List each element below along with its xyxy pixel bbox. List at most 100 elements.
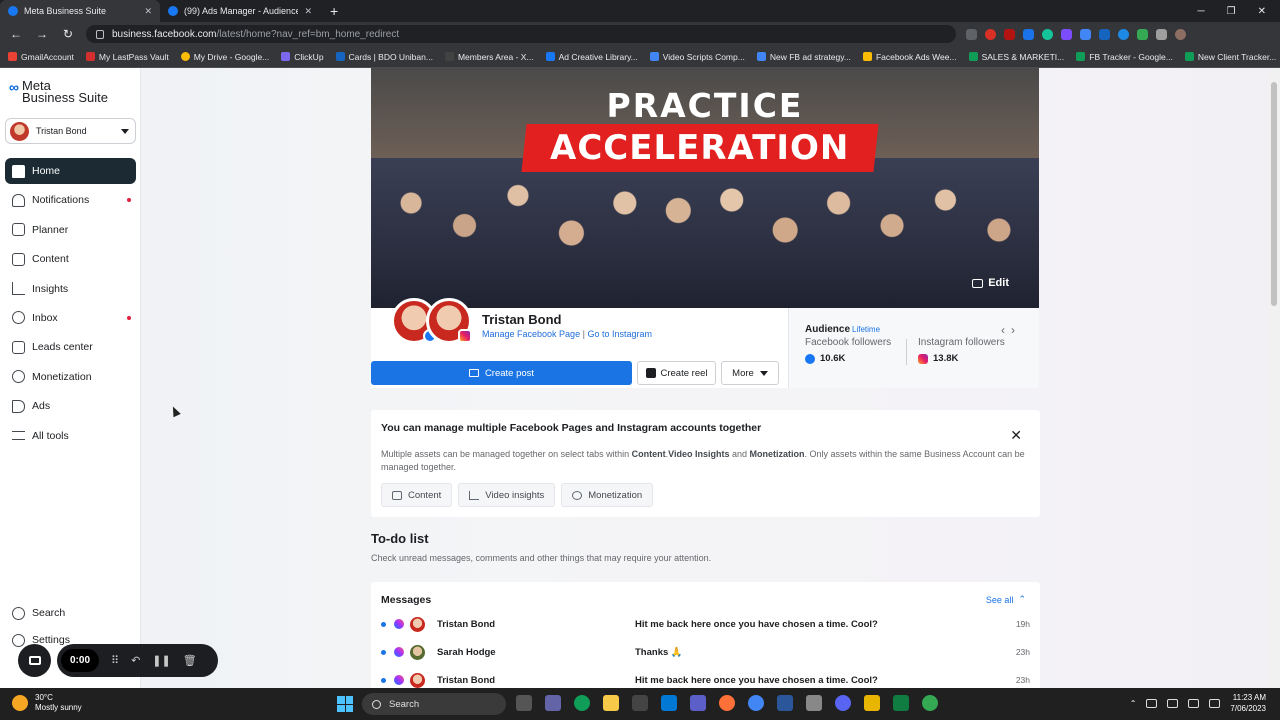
bookmark-item[interactable]: SALES & MARKETI... bbox=[968, 52, 1064, 62]
firefox-icon[interactable] bbox=[719, 695, 735, 711]
tab-meta-business-suite[interactable]: Meta Business Suite ✕ bbox=[0, 0, 160, 22]
bookmark-item[interactable]: Video Scripts Comp... bbox=[649, 52, 745, 62]
bookmark-item[interactable]: New FB ad strategy... bbox=[756, 52, 851, 62]
more-button[interactable]: More bbox=[721, 361, 779, 385]
table-row[interactable]: Tristan Bond Hit me back here once you h… bbox=[381, 670, 1030, 688]
sidebar-item-home[interactable]: Home bbox=[5, 158, 136, 184]
extension-icon[interactable] bbox=[1042, 28, 1053, 40]
extension-icon[interactable] bbox=[966, 28, 977, 40]
meta-business-suite-logo[interactable]: ∞ Meta Business Suite bbox=[9, 79, 108, 104]
sidebar-item-ads[interactable]: Ads bbox=[5, 393, 136, 419]
table-row[interactable]: Sarah Hodge Thanks 🙏 23h bbox=[381, 642, 1030, 662]
sidebar-item-notifications[interactable]: Notifications bbox=[5, 187, 136, 213]
windows-start-icon[interactable] bbox=[337, 696, 353, 712]
extension-icon[interactable] bbox=[1004, 28, 1015, 40]
back-icon[interactable]: ← bbox=[8, 27, 24, 41]
bookmark-item[interactable]: Cards | BDO Uniban... bbox=[335, 52, 433, 62]
app-icon[interactable] bbox=[690, 695, 706, 711]
sidebar-item-leads-center[interactable]: Leads center bbox=[5, 334, 136, 360]
extension-icon[interactable] bbox=[1099, 28, 1110, 40]
extension-icon[interactable] bbox=[1023, 28, 1034, 40]
tag-video-insights[interactable]: Video insights bbox=[458, 483, 556, 507]
extension-icon[interactable] bbox=[1137, 28, 1148, 40]
taskbar-search[interactable]: Search bbox=[362, 693, 506, 715]
sidebar-item-monetization[interactable]: Monetization bbox=[5, 364, 136, 390]
sidebar-item-insights[interactable]: Insights bbox=[5, 276, 136, 302]
messages-title: Messages bbox=[381, 594, 432, 606]
clock[interactable]: 11:23 AM 7/06/2023 bbox=[1230, 692, 1266, 714]
extension-icon[interactable] bbox=[985, 28, 996, 40]
chrome-icon[interactable] bbox=[922, 695, 938, 711]
sidebar-item-all-tools[interactable]: All tools bbox=[5, 423, 136, 449]
create-post-button[interactable]: Create post bbox=[371, 361, 632, 385]
cloud-icon[interactable] bbox=[1146, 698, 1158, 708]
bookmark-item[interactable]: My Drive - Google... bbox=[180, 52, 269, 62]
go-to-instagram-link[interactable]: Go to Instagram bbox=[587, 329, 652, 339]
notepad-icon[interactable] bbox=[777, 695, 793, 711]
camera-toggle-button[interactable] bbox=[18, 644, 51, 677]
tag-content[interactable]: Content bbox=[381, 483, 453, 507]
sidebar-item-inbox[interactable]: Inbox bbox=[5, 305, 136, 331]
trash-icon[interactable]: 🗑 bbox=[183, 654, 197, 667]
extension-icon[interactable] bbox=[1118, 28, 1129, 40]
puzzle-icon[interactable] bbox=[1156, 28, 1167, 40]
weather-widget[interactable]: 30°C Mostly sunny bbox=[12, 693, 82, 713]
sticky-notes-icon[interactable] bbox=[864, 695, 880, 711]
discord-icon[interactable] bbox=[835, 695, 851, 711]
reload-icon[interactable]: ↻ bbox=[60, 27, 76, 41]
profile-avatar-icon[interactable] bbox=[1175, 28, 1186, 40]
chevron-right-icon[interactable]: › bbox=[1011, 323, 1021, 337]
bookmark-item[interactable]: New Client Tracker... bbox=[1184, 52, 1276, 62]
instagram-avatar[interactable] bbox=[426, 298, 472, 344]
chevron-up-icon[interactable]: ⌃ bbox=[1130, 699, 1137, 708]
extension-icon[interactable] bbox=[1080, 28, 1091, 40]
bookmark-item[interactable]: Facebook Ads Wee... bbox=[862, 52, 957, 62]
bookmark-item[interactable]: My LastPass Vault bbox=[85, 52, 169, 62]
teams-icon[interactable] bbox=[545, 695, 561, 711]
file-explorer-icon[interactable] bbox=[603, 695, 619, 711]
sidebar-item-content[interactable]: Content bbox=[5, 246, 136, 272]
pause-icon[interactable]: ❚❚ bbox=[152, 654, 170, 667]
account-switcher[interactable]: Tristan Bond bbox=[5, 118, 136, 144]
scrollbar-thumb[interactable] bbox=[1271, 82, 1277, 306]
table-row[interactable]: Tristan Bond Hit me back here once you h… bbox=[381, 614, 1030, 634]
bookmark-item[interactable]: GmailAccount bbox=[8, 52, 74, 62]
chevron-left-icon[interactable]: ‹ bbox=[1001, 323, 1011, 337]
todo-title: To-do list bbox=[371, 531, 429, 546]
battery-icon[interactable] bbox=[1167, 698, 1179, 708]
maximize-icon[interactable]: ❐ bbox=[1227, 6, 1236, 17]
tab-ads-manager[interactable]: (99) Ads Manager - Audiences ✕ bbox=[160, 0, 320, 22]
new-tab-button[interactable]: + bbox=[320, 0, 348, 22]
excel-icon[interactable] bbox=[893, 695, 909, 711]
bookmark-item[interactable]: Members Area - X... bbox=[444, 52, 534, 62]
mail-icon[interactable] bbox=[661, 695, 677, 711]
sidebar-item-planner[interactable]: Planner bbox=[5, 217, 136, 243]
extension-icon[interactable] bbox=[1061, 28, 1072, 40]
see-all-link[interactable]: See all ⌃ bbox=[986, 594, 1026, 605]
create-reel-button[interactable]: Create reel bbox=[637, 361, 716, 385]
bookmark-item[interactable]: Ad Creative Library... bbox=[545, 52, 638, 62]
page-scrollbar[interactable] bbox=[1268, 68, 1280, 688]
minimize-icon[interactable]: ─ bbox=[1198, 6, 1205, 17]
undo-icon[interactable]: ↶ bbox=[131, 654, 140, 667]
calculator-icon[interactable] bbox=[806, 695, 822, 711]
close-tab-icon[interactable]: ✕ bbox=[304, 6, 312, 17]
bookmark-item[interactable]: ClickUp bbox=[281, 52, 324, 62]
task-view-icon[interactable] bbox=[516, 695, 532, 711]
chrome-icon[interactable] bbox=[748, 695, 764, 711]
edit-cover-button[interactable]: Edit bbox=[972, 277, 1009, 289]
url-input[interactable]: business.facebook.com/latest/home?nav_re… bbox=[86, 25, 956, 43]
grip-icon[interactable]: ⠿ bbox=[111, 654, 119, 667]
sidebar-item-search[interactable]: Search bbox=[5, 600, 136, 626]
store-icon[interactable] bbox=[632, 695, 648, 711]
close-icon[interactable]: ✕ bbox=[1010, 427, 1022, 444]
close-window-icon[interactable]: ✕ bbox=[1258, 6, 1266, 17]
forward-icon[interactable]: → bbox=[34, 27, 50, 41]
wifi-icon[interactable] bbox=[1188, 698, 1200, 708]
manage-facebook-page-link[interactable]: Manage Facebook Page bbox=[482, 329, 580, 339]
volume-icon[interactable] bbox=[1209, 698, 1221, 708]
bookmark-item[interactable]: FB Tracker - Google... bbox=[1076, 52, 1173, 62]
edge-icon[interactable] bbox=[574, 695, 590, 711]
tag-monetization[interactable]: Monetization bbox=[561, 483, 654, 507]
close-tab-icon[interactable]: ✕ bbox=[144, 6, 152, 17]
